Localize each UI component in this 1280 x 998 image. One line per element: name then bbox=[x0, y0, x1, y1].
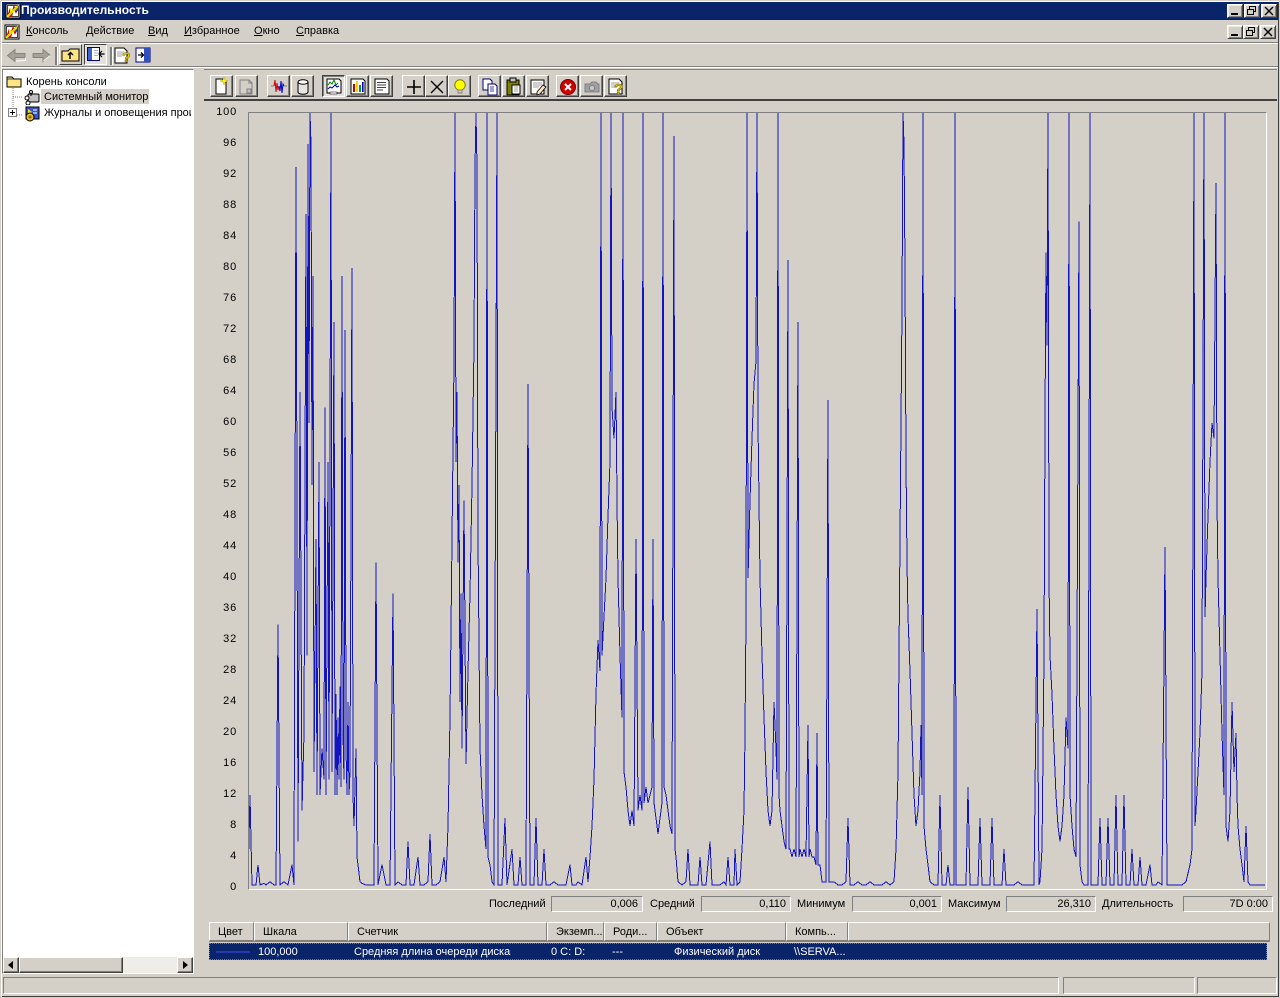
svg-text:?: ? bbox=[614, 81, 623, 98]
svg-text:?: ? bbox=[122, 49, 131, 65]
